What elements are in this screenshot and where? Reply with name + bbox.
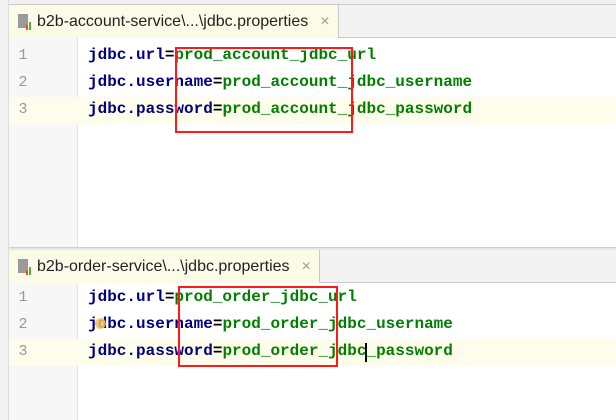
tab-title: b2b-account-service\...\jdbc.properties	[37, 12, 309, 30]
close-icon[interactable]: ×	[302, 258, 311, 276]
line-number: 1	[18, 47, 28, 64]
line-number: 2	[18, 74, 28, 91]
editor-pane-account: b2b-account-service\...\jdbc.properties …	[9, 5, 616, 248]
property-key: jdbc.url	[88, 288, 165, 306]
tab-title: b2b-order-service\...\jdbc.properties	[37, 257, 290, 275]
code-editor[interactable]: 1 jdbc.url=prod_account_jdbc_url 2 jdbc.us…	[9, 38, 616, 247]
highlight-box	[175, 47, 353, 133]
line-number: 1	[18, 289, 28, 306]
equals: =	[164, 288, 175, 306]
tab-bar: b2b-account-service\...\jdbc.properties …	[9, 5, 616, 38]
tab-account-jdbc-properties[interactable]: b2b-account-service\...\jdbc.properties …	[9, 5, 339, 38]
tab-order-jdbc-properties[interactable]: b2b-order-service\...\jdbc.properties ×	[9, 250, 320, 283]
line-number: 3	[18, 343, 28, 360]
highlight-box	[178, 286, 338, 367]
left-tool-strip	[0, 0, 9, 420]
editor-pane-order: b2b-order-service\...\jdbc.properties × …	[9, 250, 616, 420]
line-number: 3	[18, 101, 28, 118]
property-key: jdbc.url	[88, 46, 165, 64]
lightbulb-icon[interactable]	[95, 318, 106, 329]
properties-file-icon	[18, 258, 32, 275]
line-number: 2	[18, 316, 28, 333]
text-caret	[365, 343, 367, 362]
properties-file-icon	[18, 13, 32, 30]
equals: =	[164, 46, 175, 64]
tab-bar: b2b-order-service\...\jdbc.properties ×	[9, 250, 616, 283]
code-editor[interactable]: 1 jdbc.url=prod_order_jdbc_url 2 jdbc.user…	[9, 283, 616, 420]
close-icon[interactable]: ×	[320, 13, 329, 31]
